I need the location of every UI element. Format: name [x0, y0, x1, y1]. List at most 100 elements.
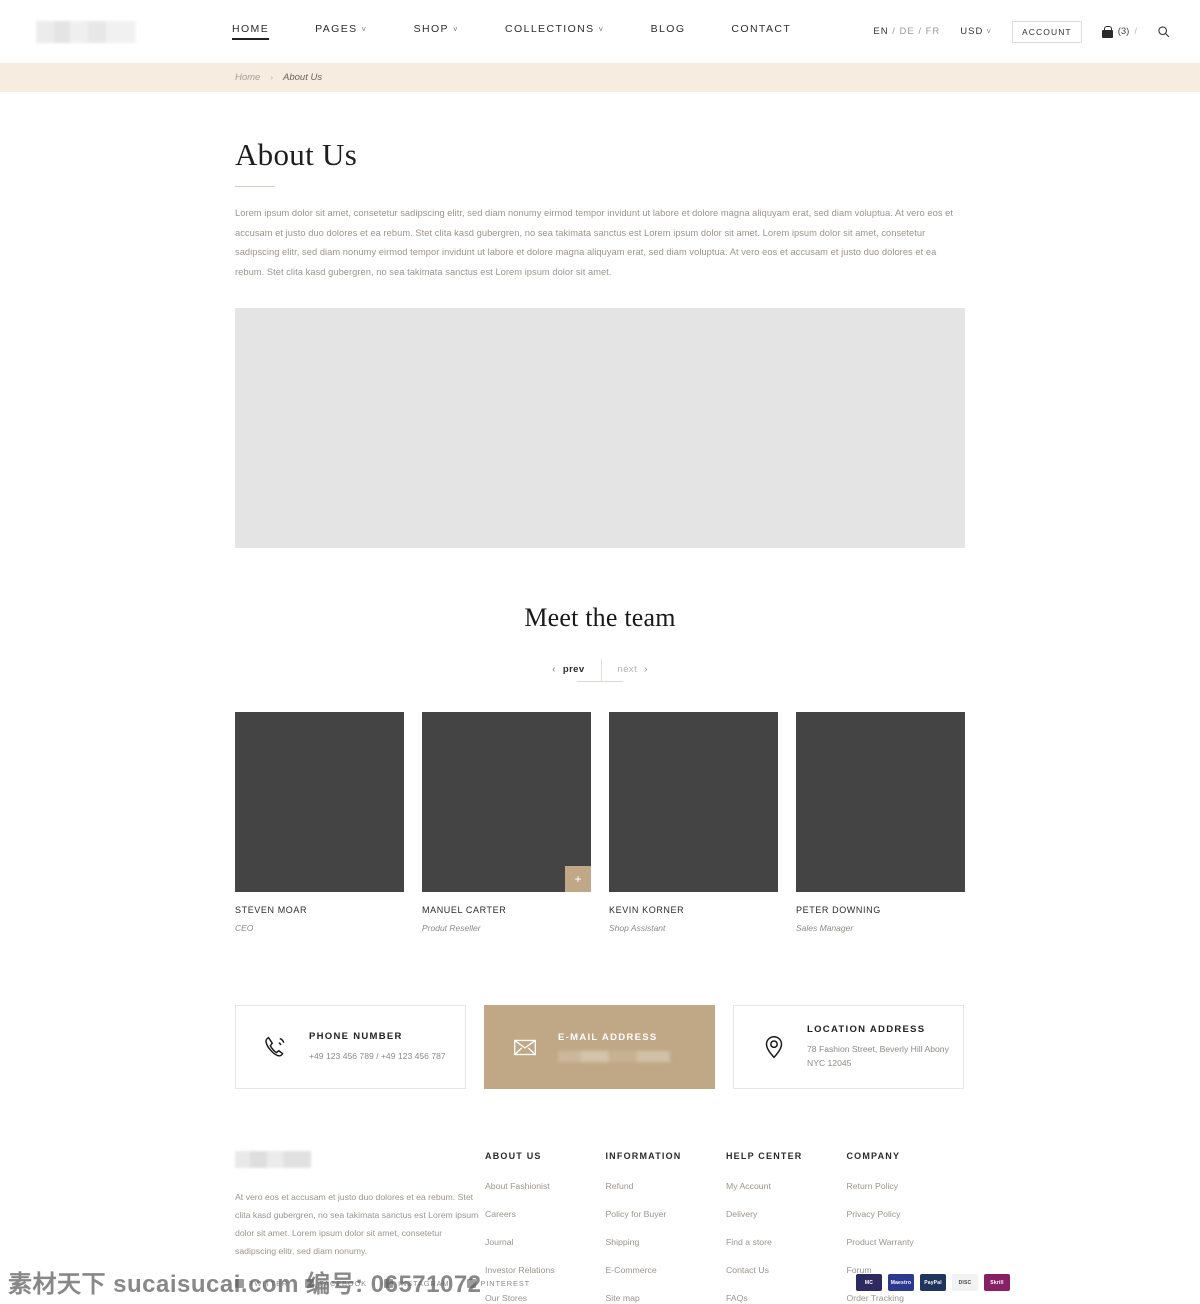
footer-link[interactable]: Delivery [726, 1209, 846, 1219]
nav-label: PAGES [315, 23, 358, 35]
social-link-facebook[interactable]: FACEBOOK [305, 1279, 367, 1289]
team-member-card: KEVIN KORNER Shop Assistant [609, 711, 778, 933]
nav-item-contact[interactable]: CONTACT [731, 23, 791, 40]
contact-location-line2: NYC 12045 [807, 1057, 852, 1068]
team-next-button[interactable]: next › [602, 660, 664, 679]
team-nav-underline [577, 680, 623, 682]
discover-icon: DISC [952, 1274, 978, 1291]
phone-icon [265, 1036, 285, 1057]
about-us-page: HOME PAGES ˅ SHOP ˅ COLLECTIONS ˅ BLOG CONT… [0, 0, 1200, 1304]
team-member-photo[interactable] [235, 711, 404, 892]
team-member-role: Sales Manager [796, 922, 854, 933]
chevron-right-icon: › [644, 664, 648, 676]
chevron-down-icon: ˅ [598, 25, 605, 34]
contact-email-title: E-MAIL ADDRESS [558, 1031, 658, 1043]
twitter-icon [235, 1279, 244, 1289]
nav-item-home[interactable]: HOME [232, 23, 270, 40]
footer-link[interactable]: About Fashionist [485, 1181, 605, 1191]
chevron-down-icon: ˅ [986, 27, 992, 36]
footer-link[interactable]: My Account [726, 1181, 846, 1191]
contact-email-value [558, 1050, 670, 1062]
team-member-photo[interactable] [796, 711, 965, 892]
contact-card-phone[interactable]: PHONE NUMBER +49 123 456 789 / +49 123 4… [235, 1004, 466, 1089]
currency-value: USD [960, 26, 984, 37]
contact-card-email[interactable]: E-MAIL ADDRESS [484, 1004, 715, 1089]
nav-item-collections[interactable]: COLLECTIONS ˅ [505, 23, 605, 40]
cart-button[interactable]: (3) / [1101, 25, 1137, 38]
main-navigation: HOME PAGES ˅ SHOP ˅ COLLECTIONS ˅ BLOG CONT… [232, 23, 791, 40]
pinterest-icon [466, 1279, 476, 1289]
footer-link[interactable]: Contact Us [726, 1265, 846, 1275]
main-content: About Us Lorem ipsum dolor sit amet, con… [235, 92, 965, 1304]
nav-item-pages[interactable]: PAGES ˅ [315, 23, 367, 40]
team-member-photo[interactable]: + [422, 711, 591, 892]
breadcrumb: Home › About Us [0, 63, 1200, 92]
team-member-expand-button[interactable]: + [565, 865, 591, 892]
account-button[interactable]: ACCOUNT [1012, 20, 1082, 43]
team-prev-button[interactable]: ‹ prev [536, 660, 600, 679]
about-hero-image [235, 307, 965, 548]
footer-link[interactable]: Site map [605, 1293, 725, 1303]
about-paragraph: Lorem ipsum dolor sit amet, consetetur s… [235, 208, 954, 278]
breadcrumb-separator: › [270, 73, 274, 82]
language-options: / DE / FR [888, 26, 941, 37]
footer-link[interactable]: Refund [605, 1181, 725, 1191]
mastercard-icon: MC [856, 1274, 882, 1291]
contact-card-location[interactable]: LOCATION ADDRESS 78 Fashion Street, Beve… [733, 1004, 964, 1089]
social-label: INSTAGRAM [398, 1279, 450, 1289]
team-grid: STEVEN MOAR CEO + MANUEL CARTER Produt R… [235, 711, 965, 933]
nav-item-shop[interactable]: SHOP ˅ [414, 23, 459, 40]
chevron-down-icon: ˅ [361, 25, 368, 34]
contact-phone-title: PHONE NUMBER [309, 1030, 403, 1042]
social-label: TWITTER [249, 1279, 289, 1289]
footer-column-information: INFORMATION Refund Policy for Buyer Ship… [605, 1151, 725, 1304]
chevron-down-icon: ˅ [452, 25, 460, 34]
nav-label: HOME [232, 23, 270, 35]
footer-link[interactable]: FAQs [726, 1293, 846, 1303]
contact-phone-value: +49 123 456 789 / +49 123 456 787 [309, 1050, 446, 1061]
footer-brand: At vero eos et accusam et justo duo dolo… [235, 1150, 529, 1304]
breadcrumb-current: About Us [283, 72, 323, 83]
nav-label: CONTACT [731, 23, 792, 35]
site-logo[interactable] [36, 20, 136, 43]
team-member-role: Shop Assistant [609, 922, 666, 933]
social-link-instagram[interactable]: INSTAGRAM [384, 1279, 450, 1289]
team-title: Meet the team [524, 602, 676, 632]
envelope-icon [514, 1039, 536, 1055]
footer-logo[interactable] [235, 1150, 311, 1168]
paypal-icon: PayPal [920, 1274, 946, 1291]
team-member-photo[interactable] [609, 711, 778, 892]
footer-link[interactable]: Journal [485, 1237, 605, 1247]
footer-link[interactable]: Product Warranty [846, 1237, 965, 1247]
footer-column-help-center: HELP CENTER My Account Delivery Find a s… [726, 1151, 846, 1304]
social-link-twitter[interactable]: TWITTER [235, 1279, 289, 1289]
team-member-name: STEVEN MOAR [235, 904, 308, 915]
footer-link[interactable]: Shipping [605, 1237, 725, 1247]
footer-link[interactable]: Policy for Buyer [605, 1209, 725, 1219]
footer-link[interactable]: Privacy Policy [846, 1209, 965, 1219]
team-member-card: STEVEN MOAR CEO [235, 711, 404, 933]
breadcrumb-home[interactable]: Home [235, 72, 260, 83]
footer-link[interactable]: Careers [485, 1209, 605, 1219]
nav-item-blog[interactable]: BLOG [651, 23, 686, 40]
search-icon[interactable] [1157, 25, 1170, 38]
footer-link[interactable]: Investor Relations [485, 1265, 605, 1275]
site-header: HOME PAGES ˅ SHOP ˅ COLLECTIONS ˅ BLOG CONT… [0, 0, 1200, 63]
nav-label: BLOG [650, 23, 686, 35]
footer-link[interactable]: Find a store [726, 1237, 846, 1247]
payment-methods: MC Maestro PayPal DISC Skrill [856, 1274, 1010, 1291]
currency-selector[interactable]: USD ˅ [960, 26, 992, 37]
language-switcher[interactable]: EN / DE / FR [873, 26, 940, 37]
team-member-name: MANUEL CARTER [422, 904, 507, 915]
team-member-name: PETER DOWNING [796, 904, 881, 915]
team-member-role: Produt Reseller [422, 922, 481, 933]
page-title: About Us [235, 137, 358, 172]
footer-link[interactable]: Order Tracking [846, 1293, 965, 1303]
contact-location-title: LOCATION ADDRESS [807, 1023, 926, 1035]
maestro-icon: Maestro [888, 1274, 914, 1291]
footer-link[interactable]: E-Commerce [605, 1265, 725, 1275]
footer-heading: ABOUT US [485, 1150, 542, 1161]
footer-link[interactable]: Our Stores [485, 1293, 605, 1303]
footer-link[interactable]: Return Policy [846, 1181, 965, 1191]
nav-label: SHOP [413, 23, 449, 35]
